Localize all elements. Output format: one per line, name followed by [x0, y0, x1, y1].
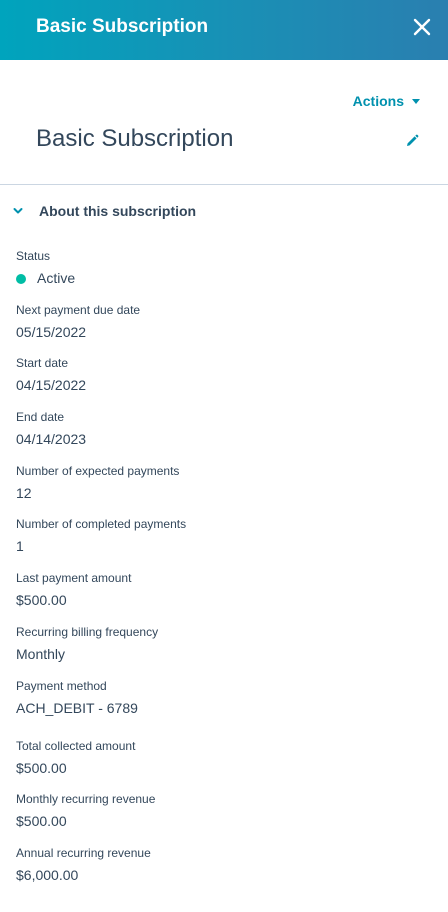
- panel-header: Basic Subscription: [0, 0, 448, 60]
- property-label: Number of expected payments: [16, 463, 180, 478]
- property-value: $6,000.00: [16, 866, 79, 883]
- section-title: About this subscription: [39, 203, 197, 219]
- property-label: Status: [16, 249, 51, 263]
- status-dot-icon: [16, 273, 26, 284]
- panel-header-title: Basic Subscription: [36, 16, 209, 37]
- property-value: $500.00: [16, 592, 67, 609]
- property-value: 05/15/2022: [16, 323, 87, 340]
- property-value: Active: [16, 270, 436, 287]
- property-end-date: End date 04/14/2023: [16, 410, 436, 464]
- property-expected-payments: Number of expected payments 12: [16, 464, 436, 518]
- property-label: Payment method: [16, 678, 107, 693]
- property-value: 12: [16, 484, 32, 501]
- actions-label: Actions: [352, 93, 404, 109]
- property-value: 04/14/2023: [16, 431, 87, 448]
- actions-dropdown[interactable]: Actions: [353, 93, 420, 109]
- property-payment-method: Payment method ACH_DEBIT - 6789: [16, 679, 436, 739]
- close-icon: [413, 18, 431, 36]
- record-title: Basic Subscription: [36, 125, 234, 152]
- property-value: Monthly: [16, 645, 66, 662]
- property-start-date: Start date 04/15/2022: [16, 356, 436, 410]
- status-text: Active: [37, 270, 76, 286]
- property-monthly-recurring-revenue: Monthly recurring revenue $500.00: [16, 792, 436, 846]
- pencil-icon: [407, 134, 419, 146]
- section-toggle-about[interactable]: About this subscription: [12, 203, 196, 219]
- property-value: 1: [16, 538, 24, 555]
- property-label: Recurring billing frequency: [16, 624, 159, 639]
- property-label: End date: [16, 410, 65, 425]
- property-last-payment-amount: Last payment amount $500.00: [16, 571, 436, 625]
- property-label: Start date: [16, 356, 69, 371]
- property-list: Status Active Next payment due date 05/1…: [16, 249, 436, 900]
- property-next-payment-due-date: Next payment due date 05/15/2022: [16, 303, 436, 357]
- property-annual-recurring-revenue: Annual recurring revenue $6,000.00: [16, 846, 436, 900]
- property-value: $500.00: [16, 759, 67, 776]
- edit-title-button[interactable]: [404, 133, 420, 149]
- caret-down-icon: [412, 99, 420, 104]
- property-label: Number of completed payments: [16, 517, 187, 532]
- close-button[interactable]: [408, 14, 436, 42]
- property-value: ACH_DEBIT - 6789: [16, 699, 138, 716]
- property-label: Annual recurring revenue: [16, 845, 151, 860]
- chevron-down-icon: [13, 208, 23, 214]
- header-divider: [0, 184, 448, 185]
- property-label: Last payment amount: [16, 571, 132, 586]
- property-label: Monthly recurring revenue: [16, 792, 156, 807]
- property-total-collected: Total collected amount $500.00: [16, 739, 436, 793]
- property-completed-payments: Number of completed payments 1: [16, 517, 436, 571]
- property-billing-frequency: Recurring billing frequency Monthly: [16, 625, 436, 679]
- property-value: $500.00: [16, 813, 67, 830]
- property-value: 04/15/2022: [16, 377, 87, 394]
- property-label: Total collected amount: [16, 738, 136, 753]
- property-label: Next payment due date: [16, 302, 141, 317]
- property-status: Status Active: [16, 249, 436, 303]
